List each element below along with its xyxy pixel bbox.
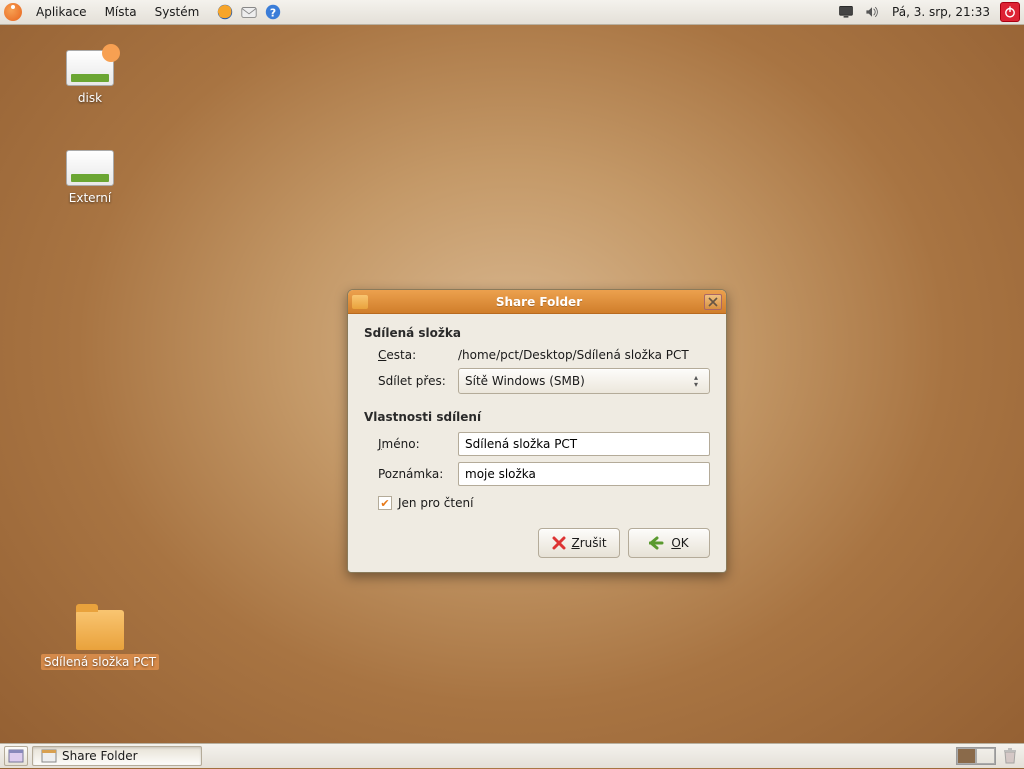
menu-places[interactable]: Místa	[97, 2, 145, 22]
folder-icon	[352, 295, 368, 309]
row-comment: Poznámka:	[378, 462, 710, 486]
bottom-panel-right	[956, 746, 1020, 766]
path-label: Cesta:	[378, 348, 458, 362]
mail-icon[interactable]	[239, 2, 259, 22]
readonly-checkbox[interactable]: ✔	[378, 496, 392, 510]
panel-right: Pá, 3. srp, 21:33	[836, 2, 1020, 22]
menu-system[interactable]: Systém	[147, 2, 208, 22]
readonly-label: Jen pro čtení	[398, 496, 473, 510]
name-label: Jméno:	[378, 437, 458, 451]
power-button[interactable]	[1000, 2, 1020, 22]
row-name: Jméno:	[378, 432, 710, 456]
clock[interactable]: Pá, 3. srp, 21:33	[888, 5, 994, 19]
section-properties: Vlastnosti sdílení	[364, 410, 710, 424]
taskbar-item-label: Share Folder	[62, 749, 138, 763]
workspace-switcher[interactable]	[956, 747, 996, 765]
cancel-icon	[551, 535, 567, 551]
ubuntu-logo-icon[interactable]	[4, 3, 22, 21]
show-desktop-button[interactable]	[4, 746, 28, 766]
folder-icon	[76, 610, 124, 650]
help-icon[interactable]: ?	[263, 2, 283, 22]
share-via-combo[interactable]: Sítě Windows (SMB) ▴▾	[458, 368, 710, 394]
panel-left: Aplikace Místa Systém ?	[4, 2, 283, 22]
taskbar-item-share-folder[interactable]: Share Folder	[32, 746, 202, 766]
combo-arrows-icon: ▴▾	[689, 374, 703, 388]
ok-icon	[649, 536, 667, 550]
share-folder-dialog: Share Folder Sdílená složka Cesta: /home…	[347, 289, 727, 573]
desktop-icon-shared-folder[interactable]: Sdílená složka PCT	[40, 610, 160, 670]
section-shared-folder: Sdílená složka	[364, 326, 710, 340]
combo-value: Sítě Windows (SMB)	[465, 374, 689, 388]
desktop-icon-label: Sdílená složka PCT	[41, 654, 159, 670]
desktop-icon-disk[interactable]: disk	[50, 50, 130, 106]
name-input[interactable]	[458, 432, 710, 456]
desktop-icon-label: Externí	[66, 190, 114, 206]
comment-label: Poznámka:	[378, 467, 458, 481]
cancel-button[interactable]: Zrušit	[538, 528, 620, 558]
ubuntu-badge-icon	[102, 44, 120, 62]
firefox-icon[interactable]	[215, 2, 235, 22]
desktop-icon-label: disk	[75, 90, 105, 106]
window-icon	[41, 749, 57, 763]
display-icon[interactable]	[836, 2, 856, 22]
svg-text:?: ?	[270, 7, 276, 20]
window-title: Share Folder	[374, 295, 704, 309]
row-share-via: Sdílet přes: Sítě Windows (SMB) ▴▾	[378, 368, 710, 394]
path-value: /home/pct/Desktop/Sdílená složka PCT	[458, 348, 710, 362]
bottom-panel: Share Folder	[0, 743, 1024, 768]
close-button[interactable]	[704, 294, 722, 310]
row-path: Cesta: /home/pct/Desktop/Sdílená složka …	[378, 348, 710, 362]
titlebar[interactable]: Share Folder	[348, 290, 726, 314]
panel-launcher-icons: ?	[215, 2, 283, 22]
dialog-body: Sdílená složka Cesta: /home/pct/Desktop/…	[348, 314, 726, 572]
menu-applications[interactable]: Aplikace	[28, 2, 95, 22]
comment-input[interactable]	[458, 462, 710, 486]
top-panel: Aplikace Místa Systém ? Pá, 3. srp, 21:3…	[0, 0, 1024, 25]
dialog-buttons: Zrušit OK	[364, 528, 710, 558]
row-readonly: ✔ Jen pro čtení	[378, 496, 710, 510]
volume-icon[interactable]	[862, 2, 882, 22]
drive-icon	[66, 150, 114, 186]
desktop-icon-external[interactable]: Externí	[50, 150, 130, 206]
share-via-label: Sdílet přes:	[378, 374, 458, 388]
ok-button[interactable]: OK	[628, 528, 710, 558]
trash-icon[interactable]	[1000, 746, 1020, 766]
